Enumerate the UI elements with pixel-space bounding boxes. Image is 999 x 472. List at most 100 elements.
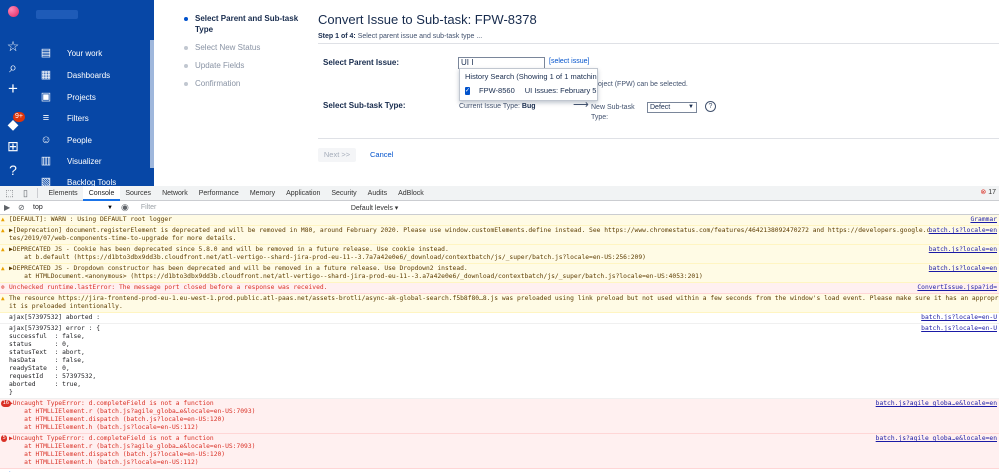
jira-logo-icon[interactable]: [8, 6, 19, 17]
sidebar-scrollbar[interactable]: [150, 40, 154, 168]
devtools-tab-application[interactable]: Application: [281, 186, 326, 201]
step-dot-icon: [184, 17, 188, 21]
sidebar-item-label: Visualizer: [67, 156, 102, 166]
sidebar-toggle-icon[interactable]: ▶: [4, 203, 10, 212]
console-message[interactable]: ⊗ Unchecked runtime.lastError: The messag…: [0, 283, 999, 294]
devtools-tab-performance[interactable]: Performance: [193, 186, 244, 201]
sidebar-item-label: Dashboards: [67, 70, 111, 80]
help-icon[interactable]: ?: [3, 160, 23, 180]
sidebar-item-people[interactable]: ☺ People: [39, 130, 151, 150]
message-text: The resource https://jira-frontend-prod-…: [9, 295, 999, 310]
error-counter[interactable]: ⊗ 17: [980, 188, 996, 196]
console-message[interactable]: ▲ ▶DEPRECATED JS - Cookie has been deprec…: [0, 245, 999, 264]
console-message[interactable]: ▲ [DEFAULT]: WARN : Using DEFAULT root lo…: [0, 215, 999, 226]
warning-icon: ▲: [1, 265, 5, 272]
console-toolbar: ▶ ⊘ top ▼ ◉ Filter Default levels ▾: [0, 201, 999, 215]
notification-badge: 9+: [13, 112, 25, 122]
wizard-step: Update Fields: [170, 60, 305, 71]
separator: [37, 188, 38, 198]
select-issue-link[interactable]: [select issue]: [549, 58, 589, 65]
message-source-link[interactable]: ConvertIssue.jspa?id=: [917, 284, 997, 292]
error-icon: ⊗: [980, 189, 987, 196]
search-icon[interactable]: ⌕: [3, 57, 23, 77]
next-button[interactable]: Next >>: [318, 148, 356, 162]
new-subtask-type-label: New Sub-task Type:: [591, 104, 635, 121]
devtools-tab-network[interactable]: Network: [157, 186, 194, 201]
warning-icon: ▲: [1, 216, 5, 223]
step-description: Step 1 of 4: Select parent issue and sub…: [318, 33, 999, 40]
sidebar-item-label: People: [67, 135, 92, 145]
dropdown-header: History Search (Showing 1 of 1 matching: [465, 72, 598, 81]
sidebar-item-your-work[interactable]: ▤ Your work: [39, 43, 151, 63]
apps-grid-icon[interactable]: ⊞: [3, 136, 23, 156]
message-source-link[interactable]: batch.js?locale=en: [928, 246, 997, 254]
console-message[interactable]: ▲ The resource https://jira-frontend-prod…: [0, 294, 999, 313]
cancel-link[interactable]: Cancel: [370, 150, 393, 159]
message-source-link[interactable]: batch.js?locale=en-U: [921, 314, 997, 322]
parent-issue-label: Select Parent Issue:: [323, 58, 400, 67]
sidebar-item-projects[interactable]: ▣ Projects: [39, 87, 151, 107]
question-icon[interactable]: ?: [705, 101, 716, 112]
context-selector[interactable]: top: [33, 204, 103, 211]
message-source-link[interactable]: Grammar: [970, 216, 997, 224]
step-label: Confirmation: [195, 79, 241, 88]
eye-icon[interactable]: ◉: [121, 202, 129, 213]
message-source-link[interactable]: batch.js?agile_globa…e&locale=en: [875, 435, 997, 443]
console-message[interactable]: ajax[57397532] aborted : batch.js?locale=…: [0, 313, 999, 324]
message-text: [DEFAULT]: WARN : Using DEFAULT root log…: [9, 216, 173, 223]
current-type-prefix: Current Issue Type:: [459, 103, 520, 110]
devtools-panel: ⬚ ▯ Elements Console Sources Network Perform…: [0, 185, 999, 472]
global-icon-bar: ☆ ⌕ + ◆ 9+ ⊞ ?: [0, 0, 26, 186]
page-title: Convert Issue to Sub-task: FPW-8378: [318, 12, 537, 27]
devtools-tab-elements[interactable]: Elements: [43, 186, 83, 201]
people-icon: ☺: [40, 134, 52, 146]
inspect-element-icon[interactable]: ⬚: [3, 187, 16, 200]
sidebar-item-label: Filters: [67, 113, 89, 123]
devtools-tab-security[interactable]: Security: [326, 186, 362, 201]
sidebar-item-filters[interactable]: ≡ Filters: [39, 108, 151, 128]
checkbox-icon: ✓: [465, 86, 471, 95]
chevron-down-icon: ▼: [688, 104, 694, 110]
console-output[interactable]: ▲ [DEFAULT]: WARN : Using DEFAULT root lo…: [0, 215, 999, 472]
device-toolbar-icon[interactable]: ▯: [19, 187, 32, 200]
current-type-value: Bug: [521, 103, 536, 110]
create-plus-icon[interactable]: +: [3, 79, 23, 99]
error-icon: ⊗: [1, 284, 5, 291]
console-message[interactable]: 5 ▶Uncaught TypeError: d.completeField is…: [0, 434, 999, 469]
devtools-tab-console[interactable]: Console: [83, 185, 120, 201]
devtools-tab-memory[interactable]: Memory: [244, 186, 280, 201]
sidebar-item-backlog-tools[interactable]: ▧ Backlog Tools: [39, 172, 151, 186]
dropdown-option[interactable]: ✓ FPW-8560 UI Issues: February 5: [460, 84, 597, 97]
message-text: Unchecked runtime.lastError: The message…: [9, 284, 328, 291]
message-text: ajax[57397532] aborted :: [9, 314, 100, 321]
console-message[interactable]: ▲ ▶[Deprecation] document.registerElement…: [0, 226, 999, 245]
devtools-tab-adblock[interactable]: AdBlock: [393, 186, 430, 201]
step-text: Select parent issue and sub-task type ..…: [357, 33, 483, 40]
message-text: ▶Uncaught TypeError: d.completeField is …: [9, 400, 256, 431]
sidebar-item-visualizer[interactable]: ▥ Visualizer: [39, 151, 151, 171]
repeat-count-badge: 16: [1, 400, 11, 407]
message-text: ▶Uncaught TypeError: d.completeField is …: [9, 435, 256, 466]
console-filter-input[interactable]: Filter: [141, 204, 351, 211]
star-icon[interactable]: ☆: [3, 36, 23, 56]
dashboard-icon: ▦: [40, 69, 52, 81]
warning-icon: ▲: [1, 227, 5, 234]
message-source-link[interactable]: batch.js?locale=en-U: [921, 325, 997, 333]
message-source-link[interactable]: batch.js?agile_globa…e&locale=en: [875, 400, 997, 408]
devtools-tabbar: ⬚ ▯ Elements Console Sources Network Perform…: [0, 185, 999, 201]
console-message[interactable]: ajax[57397532] error : { successful : fa…: [0, 324, 999, 399]
console-message[interactable]: 16 ▶Uncaught TypeError: d.completeField i…: [0, 399, 999, 434]
subtask-type-select[interactable]: Defect ▼: [647, 102, 697, 113]
option-issue-key: FPW-8560: [479, 86, 515, 95]
clear-console-icon[interactable]: ⊘: [18, 203, 25, 212]
devtools-tab-sources[interactable]: Sources: [120, 186, 157, 201]
log-levels-dropdown[interactable]: Default levels ▾: [351, 204, 398, 212]
devtools-tab-audits[interactable]: Audits: [362, 186, 392, 201]
message-source-link[interactable]: batch.js?locale=en: [928, 227, 997, 235]
step-label: Update Fields: [195, 61, 245, 70]
console-message[interactable]: ▲ ▶DEPRECATED JS - Dropdown constructor h…: [0, 264, 999, 283]
wizard-step: Select New Status: [170, 42, 305, 53]
visualizer-icon: ▥: [40, 155, 52, 167]
message-source-link[interactable]: batch.js?locale=en: [928, 265, 997, 273]
sidebar-item-dashboards[interactable]: ▦ Dashboards: [39, 65, 151, 85]
